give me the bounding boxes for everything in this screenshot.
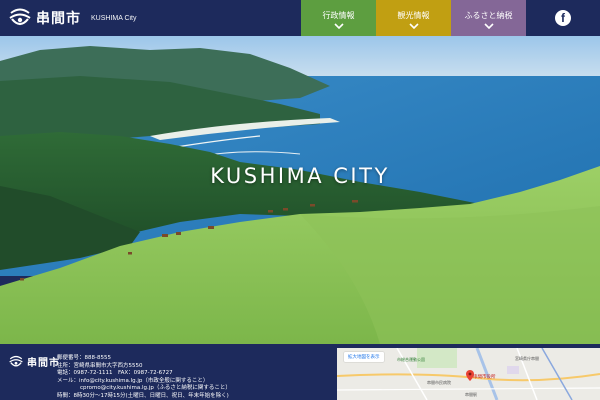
footer-city-name: 串間市 — [27, 358, 60, 369]
nav-tourism[interactable]: 観光情報 — [376, 0, 451, 36]
site-header: 串間市 KUSHIMA City 行政情報 観光情報 ふるさと納税 f — [0, 0, 600, 36]
postal-code: 郵便番号：888-8555 — [57, 355, 111, 361]
hero-banner: KUSHIMA CITY — [0, 36, 600, 344]
city-emblem-icon — [9, 8, 31, 26]
chevron-down-icon — [408, 23, 419, 29]
email-hometown-tax: cpromo@city.kushima.lg.jp（ふるさと納税に関すること） — [80, 385, 231, 391]
embedded-map[interactable]: 拡大地図を表示 市総合運動公園 宮崎県庁串間 串間市民病院 串間市役所 串間駅 — [337, 348, 600, 400]
map-label-office: 宮崎県庁串間 — [515, 356, 539, 361]
facebook-icon: f — [555, 10, 571, 26]
map-label-station: 串間駅 — [465, 392, 477, 397]
email-general: メール：info@city.kushima.lg.jp（市政全般に関すること） — [57, 377, 209, 384]
hero-title: KUSHIMA CITY — [210, 164, 390, 188]
nav-hometown-tax-label: ふるさと納税 — [464, 11, 513, 20]
phone-fax: 電話：0987-72-1111 FAX：0987-72-6727 — [57, 370, 173, 376]
address: 住所：宮崎県串間市大字西方5550 — [57, 362, 143, 369]
nav-administration-label: 行政情報 — [322, 11, 355, 20]
city-name-english: KUSHIMA City — [91, 14, 137, 22]
facebook-link[interactable]: f — [526, 0, 600, 36]
city-name: 串間市 — [36, 11, 81, 27]
map-label-sports-park: 市総合運動公園 — [397, 357, 425, 362]
page: 串間市 KUSHIMA City 行政情報 観光情報 ふるさと納税 f KUSH… — [0, 0, 600, 400]
hero-landscape-image — [0, 36, 600, 344]
map-label-city-hall: 串間市役所 — [473, 375, 496, 380]
nav-tourism-label: 観光情報 — [397, 11, 430, 20]
site-logo[interactable]: 串間市 KUSHIMA City — [8, 7, 137, 29]
map-label-hospital: 串間市民病院 — [427, 380, 451, 385]
chevron-down-icon — [333, 23, 344, 29]
footer-logo[interactable]: 串間市 — [8, 354, 60, 369]
office-hours: 時間：8時30分～17時15分(土曜日、日曜日、祝日、年末年始を除く) — [57, 392, 229, 399]
enlarge-map-button[interactable]: 拡大地図を表示 — [344, 352, 384, 362]
city-emblem-icon — [9, 355, 23, 367]
contact-info: 郵便番号：888-8555 住所：宮崎県串間市大字西方5550 電話：0987-… — [57, 355, 231, 400]
nav-hometown-tax[interactable]: ふるさと納税 — [451, 0, 526, 36]
chevron-down-icon — [483, 23, 494, 29]
nav-administration[interactable]: 行政情報 — [301, 0, 376, 36]
